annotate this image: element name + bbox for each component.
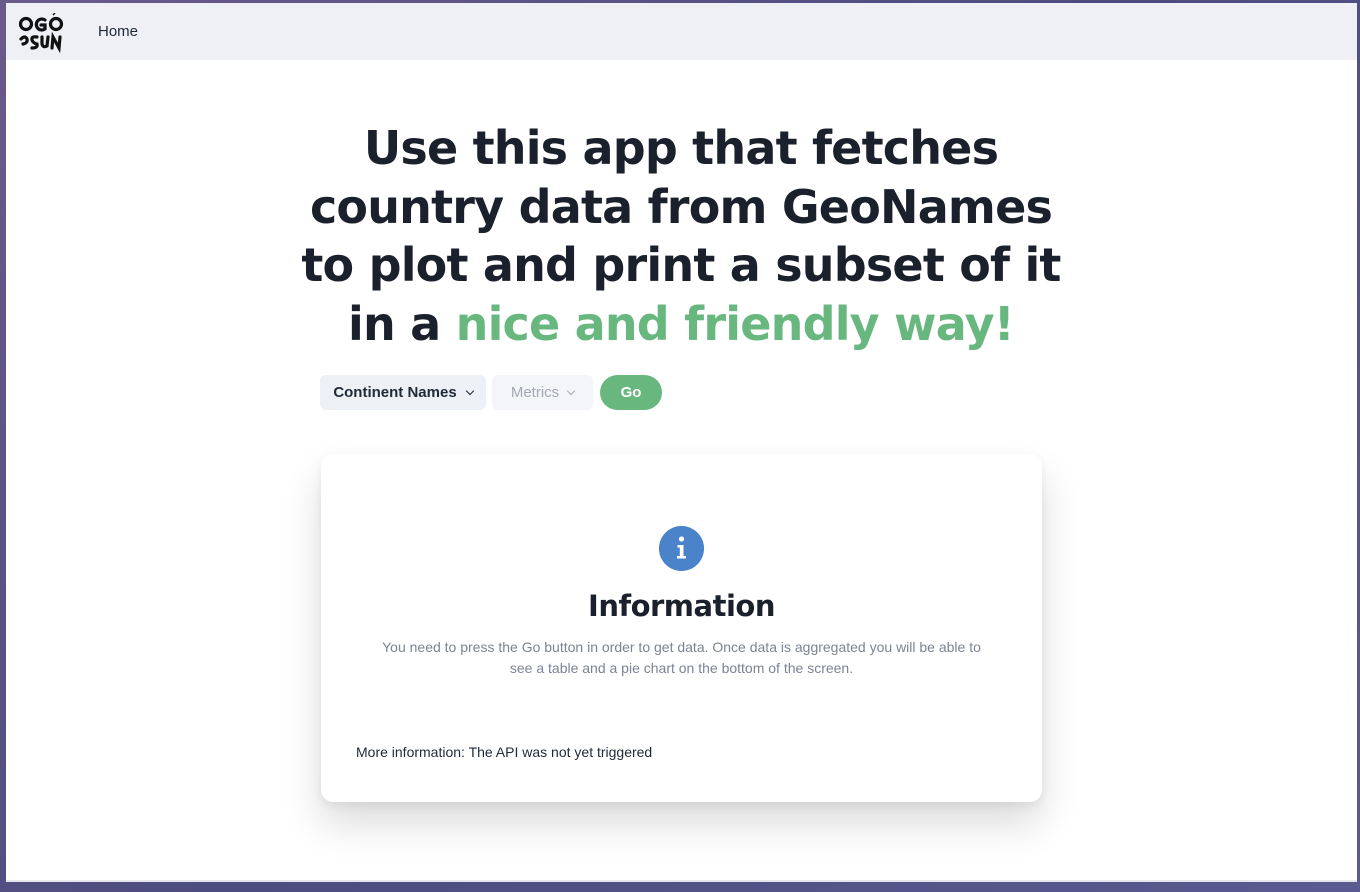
app-window: Home Use this app that fetches country d… (6, 3, 1357, 880)
info-icon (659, 526, 704, 571)
metrics-dropdown[interactable]: Metrics (492, 375, 593, 410)
continent-names-dropdown[interactable]: Continent Names (320, 375, 486, 410)
hero-line: in a nice and friendly way! (246, 295, 1116, 354)
nav-home-link[interactable]: Home (98, 23, 138, 40)
continent-dropdown-label: Continent Names (333, 384, 457, 401)
hero-line: country data from GeoNames (309, 179, 1053, 234)
metrics-dropdown-label: Metrics (510, 384, 560, 401)
chevron-down-icon (465, 386, 474, 395)
navbar: Home (6, 3, 1357, 60)
hero-line: Use this app that fetches (363, 121, 999, 175)
brand-logo[interactable] (18, 13, 64, 53)
go-button[interactable]: Go (600, 375, 662, 410)
window-bottom-edge (6, 880, 1357, 882)
chevron-down-icon (566, 386, 576, 395)
information-title: Information (588, 589, 775, 623)
hero-line: to plot and print a subset of it (301, 238, 1061, 292)
api-status-text: More information: The API was not yet tr… (356, 744, 653, 760)
information-message: You need to press the Go button in order… (382, 639, 981, 676)
information-card: Information You need to press the Go but… (321, 454, 1042, 802)
hero-heading: Use this app that fetches country data f… (246, 119, 1116, 353)
hero-accent-text: nice and friendly way! (455, 296, 1015, 351)
hero-line-prefix: in a (348, 296, 456, 351)
